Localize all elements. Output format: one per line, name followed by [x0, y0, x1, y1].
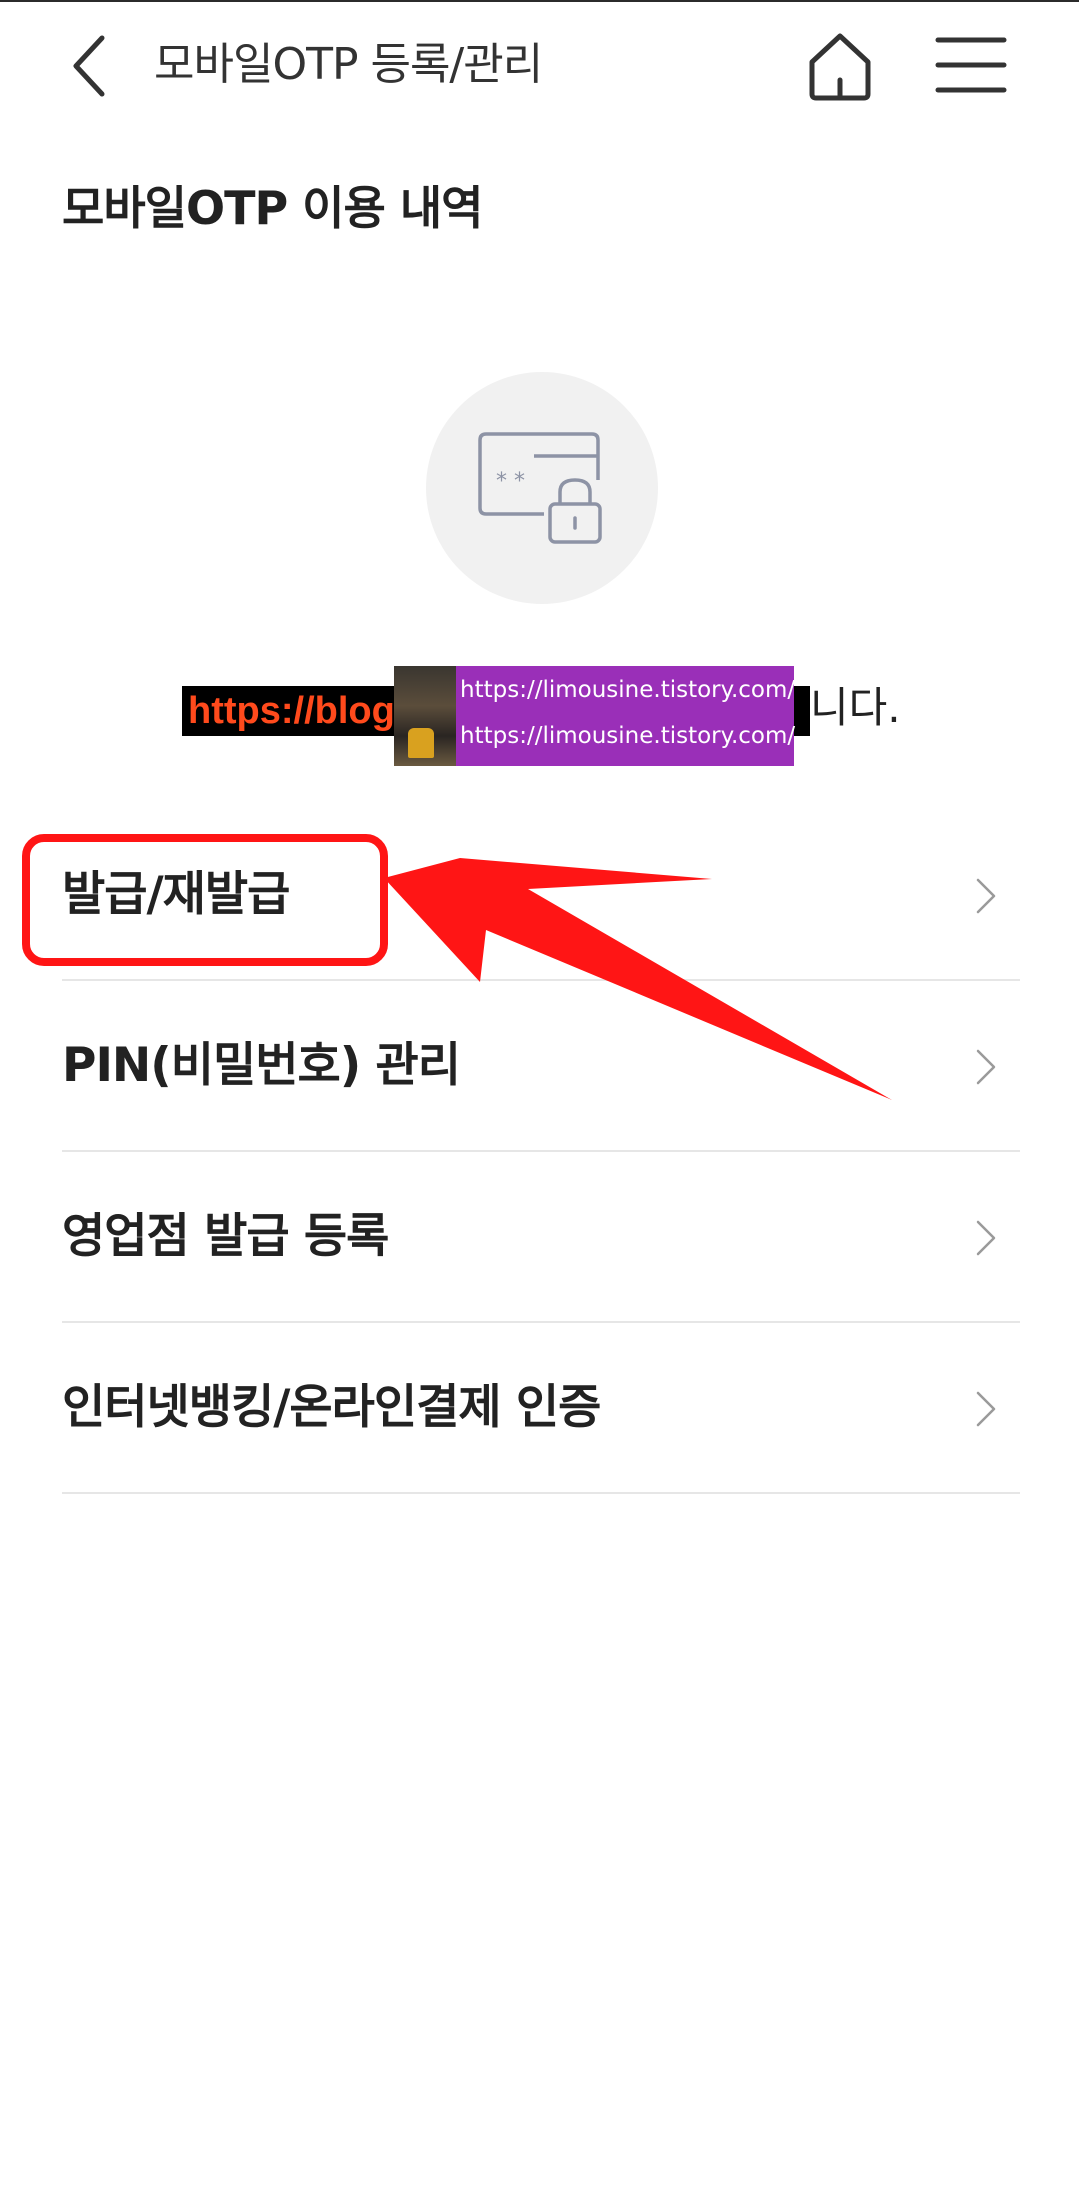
empty-state-icon-circle: * *	[426, 372, 658, 604]
menu-item-issue-reissue[interactable]: 발급/재발급	[62, 810, 1020, 981]
chevron-right-icon	[976, 1391, 996, 1427]
menu-button[interactable]	[932, 32, 1010, 98]
otp-card-lock-icon: * *	[478, 432, 602, 544]
watermark-url-2: https://limousine.tistory.com/	[460, 723, 796, 749]
chevron-right-icon	[976, 1049, 996, 1085]
watermark-overlay: https://limousine.tistory.com/ https://l…	[394, 666, 796, 766]
home-button[interactable]	[804, 28, 876, 104]
menu-item-online-auth[interactable]: 인터넷뱅킹/온라인결제 인증	[62, 1323, 1020, 1494]
svg-text:* *: * *	[496, 469, 525, 494]
menu-item-label: 인터넷뱅킹/온라인결제 인증	[62, 1380, 601, 1435]
page-title: 모바일OTP 등록/관리	[154, 39, 543, 90]
empty-state-message-tail: 니다.	[810, 683, 901, 732]
app-screen: 모바일OTP 등록/관리 모바일OTP 이용 내역 * * https://bl…	[0, 0, 1079, 2195]
usage-history-title: 모바일OTP 이용 내역	[62, 181, 483, 235]
menu-item-branch-registration[interactable]: 영업점 발급 등록	[62, 1152, 1020, 1323]
watermark-red-text: https://blog	[188, 690, 395, 732]
menu-item-label: 영업점 발급 등록	[62, 1209, 389, 1264]
menu-item-pin-management[interactable]: PIN(비밀번호) 관리	[62, 981, 1020, 1152]
header-bar: 모바일OTP 등록/관리	[0, 2, 1079, 126]
watermark-photo	[394, 666, 456, 766]
empty-state-message: https://blog https://limousine.tistory.c…	[180, 664, 901, 766]
chevron-right-icon	[976, 878, 996, 914]
hamburger-menu-icon	[935, 37, 1007, 93]
menu-item-label: 발급/재발급	[62, 867, 290, 922]
watermark-url-1: https://limousine.tistory.com/	[460, 677, 796, 703]
otp-menu-list: 발급/재발급 PIN(비밀번호) 관리 영업점 발급 등록 인터넷뱅킹/온라인결…	[62, 810, 1020, 1494]
menu-item-label: PIN(비밀번호) 관리	[62, 1038, 461, 1093]
home-icon	[809, 33, 871, 101]
back-button[interactable]	[62, 30, 126, 102]
chevron-right-icon	[976, 1220, 996, 1256]
chevron-left-icon	[73, 35, 105, 97]
